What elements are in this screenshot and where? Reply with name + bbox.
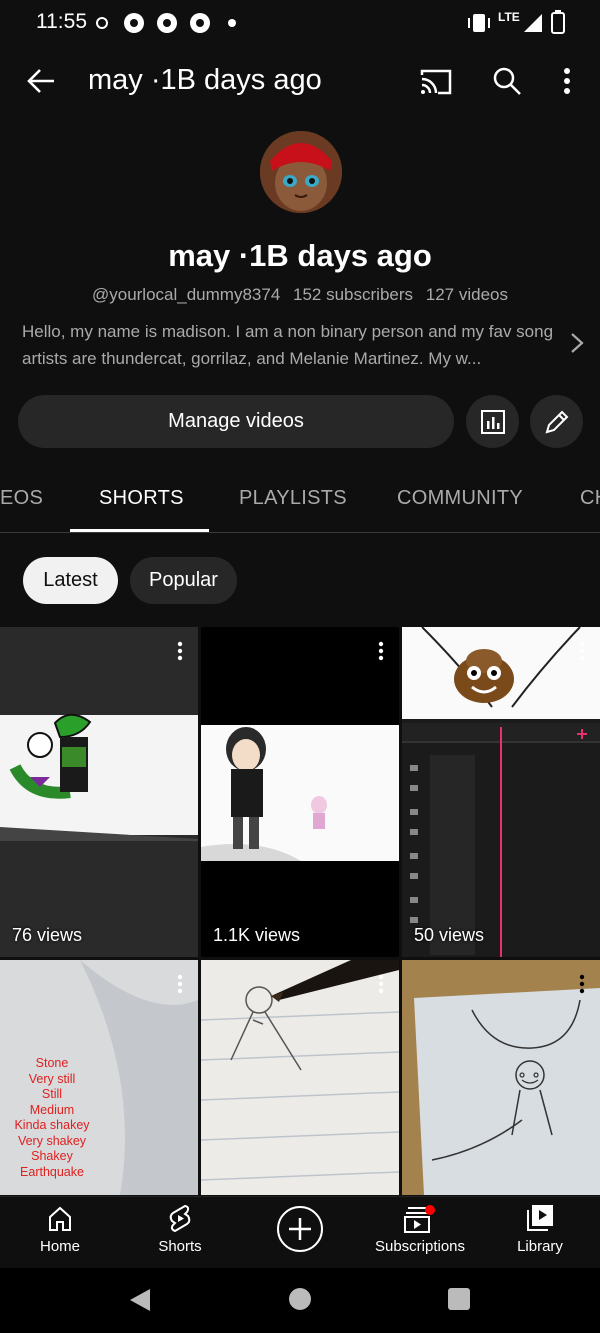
overlay-text: Stone Very still Still Medium Kinda shak…	[14, 1056, 90, 1179]
nav-subscriptions[interactable]: Subscriptions	[360, 1196, 480, 1268]
app-bar-title: may ·1B days ago	[88, 64, 322, 96]
tab-indicator	[70, 529, 209, 532]
nav-home[interactable]: Home	[0, 1196, 120, 1268]
edit-pencil-icon	[545, 410, 569, 434]
channel-description[interactable]: Hello, my name is madison. I am a non bi…	[22, 318, 556, 372]
view-count: 50 views	[414, 925, 485, 945]
more-vert-icon[interactable]	[562, 66, 572, 96]
tab-community[interactable]: COMMUNITY	[397, 487, 523, 510]
short-thumbnail[interactable]: 50 views	[402, 627, 600, 957]
tab-videos[interactable]: EOS	[0, 487, 43, 510]
short-thumbnail[interactable]: 76 views	[0, 627, 198, 957]
chrome-icon	[157, 13, 177, 33]
more-vert-icon[interactable]	[170, 640, 190, 664]
system-back-icon[interactable]	[128, 1287, 152, 1313]
chrome-icon	[124, 13, 144, 33]
channel-meta: @yourlocal_dummy8374 152 subscribers 127…	[0, 285, 600, 305]
nav-library[interactable]: Library	[480, 1196, 600, 1268]
system-recents-icon[interactable]	[448, 1288, 470, 1310]
system-home-icon[interactable]	[289, 1288, 311, 1310]
short-thumbnail[interactable]	[201, 960, 399, 1195]
avatar[interactable]	[260, 131, 342, 213]
more-vert-icon[interactable]	[572, 973, 592, 997]
channel-handle: @yourlocal_dummy8374	[91, 285, 281, 304]
nav-library-label: Library	[517, 1238, 563, 1255]
chevron-right-icon[interactable]	[566, 330, 588, 356]
notification-icon	[96, 17, 108, 29]
back-arrow-icon[interactable]	[26, 66, 56, 96]
channel-tabs: EOS SHORTS PLAYLISTS COMMUNITY CH	[0, 470, 600, 533]
subscriber-count: 152 subscribers	[293, 285, 414, 304]
chrome-icon	[190, 13, 210, 33]
nav-subscriptions-label: Subscriptions	[374, 1238, 466, 1255]
more-vert-icon[interactable]	[572, 640, 592, 664]
nav-shorts-label: Shorts	[158, 1238, 202, 1255]
nav-shorts[interactable]: Shorts	[120, 1196, 240, 1268]
shorts-icon	[169, 1204, 191, 1233]
subscriptions-icon	[404, 1205, 435, 1233]
nav-create[interactable]	[240, 1196, 360, 1268]
create-plus-icon	[277, 1206, 323, 1252]
channel-name: may ·1B days ago	[168, 238, 432, 273]
chip-popular[interactable]: Popular	[130, 557, 237, 604]
video-count: 127 videos	[425, 285, 508, 304]
vibrate-icon	[468, 14, 490, 32]
view-count: 76 views	[12, 925, 83, 945]
tab-channels[interactable]: CH	[580, 487, 600, 510]
nav-home-label: Home	[39, 1238, 80, 1255]
more-vert-icon[interactable]	[170, 973, 190, 997]
cast-icon[interactable]	[420, 67, 452, 95]
home-icon	[49, 1206, 71, 1231]
signal-icon	[524, 14, 542, 32]
status-bar: 11:55 LTE	[0, 0, 600, 46]
library-icon	[527, 1205, 553, 1231]
chip-latest[interactable]: Latest	[23, 557, 118, 604]
short-thumbnail[interactable]: 1.1K views	[201, 627, 399, 957]
analytics-icon	[481, 410, 505, 434]
status-time: 11:55	[36, 10, 87, 33]
system-navigation-bar	[0, 1268, 600, 1333]
view-count: 1.1K views	[213, 925, 301, 945]
short-thumbnail[interactable]	[402, 960, 600, 1195]
search-icon[interactable]	[492, 66, 522, 96]
short-thumbnail[interactable]: Stone Very still Still Medium Kinda shak…	[0, 960, 198, 1195]
tab-playlists[interactable]: PLAYLISTS	[239, 487, 347, 510]
more-vert-icon[interactable]	[371, 640, 391, 664]
more-vert-icon[interactable]	[371, 973, 391, 997]
manage-videos-button[interactable]: Manage videos	[18, 395, 454, 448]
network-label: LTE	[498, 10, 520, 24]
analytics-button[interactable]	[466, 395, 519, 448]
battery-icon	[551, 10, 565, 34]
edit-button[interactable]	[530, 395, 583, 448]
dot-icon	[228, 19, 236, 27]
tab-shorts[interactable]: SHORTS	[99, 487, 184, 510]
